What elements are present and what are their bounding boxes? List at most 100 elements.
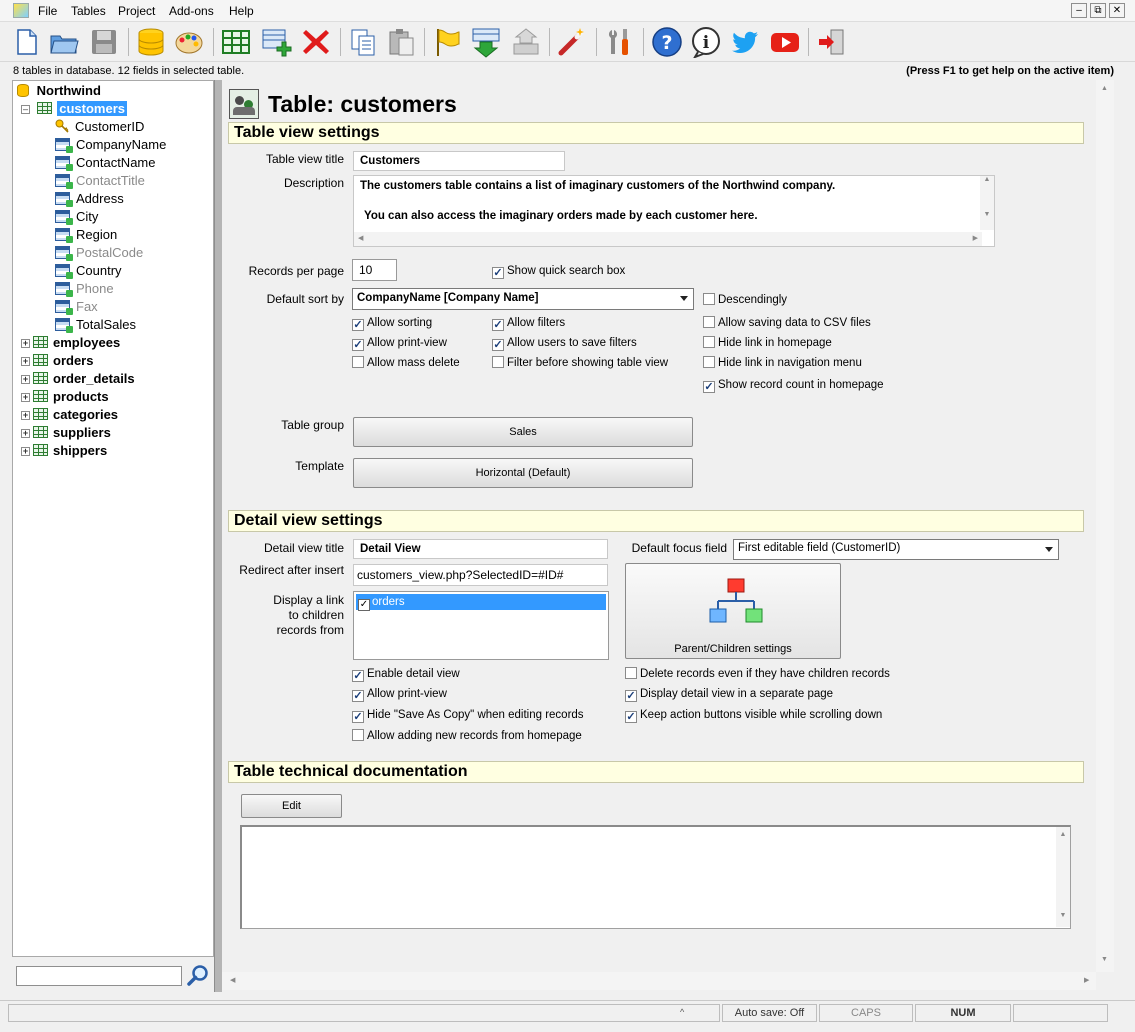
tree-table-products[interactable]: + products [21,388,109,406]
template-button[interactable]: Horizontal (Default) [353,458,693,488]
keep-buttons-visible-checkbox[interactable]: ✓ Keep action buttons visible while scrol… [625,708,882,723]
main-hscrollbar[interactable]: ◀ ▶ [222,972,1096,990]
records-per-page-input[interactable]: 10 [352,259,397,281]
allow-filters-checkbox[interactable]: ✓ Allow filters [492,316,565,331]
help-icon[interactable]: ? [651,26,683,58]
expand-icon[interactable]: + [21,393,30,402]
children-label-line2: to children [288,608,344,622]
hide-save-as-copy-checkbox[interactable]: ✓ Hide "Save As Copy" when editing record… [352,708,584,723]
expand-icon[interactable]: + [21,429,30,438]
add-field-icon[interactable] [260,26,292,58]
tree-field-companyname[interactable]: CompanyName [55,136,166,154]
tree-field-totalsales[interactable]: TotalSales [55,316,136,334]
panel-splitter[interactable] [214,80,222,992]
generate-icon[interactable] [470,26,502,58]
table-group-button[interactable]: Sales [353,417,693,447]
tree-table-suppliers[interactable]: + suppliers [21,424,111,442]
add-from-homepage-checkbox[interactable]: Allow adding new records from homepage [352,729,582,743]
tree-field-customerid[interactable]: CustomerID [55,118,144,136]
tree-field-contactname[interactable]: ContactName [55,154,155,172]
new-file-icon[interactable] [10,26,42,58]
detail-view-title-input[interactable]: Detail View [353,539,608,559]
magic-wand-icon[interactable] [556,26,588,58]
delete-x-icon[interactable] [300,26,332,58]
open-folder-icon[interactable] [48,26,80,58]
menu-project[interactable]: Project [118,4,155,18]
children-list[interactable]: ✓ orders [353,591,609,660]
tree-root[interactable]: Northwind [17,82,101,100]
tools-icon[interactable] [604,26,636,58]
tree-table-customers[interactable]: – customers [21,100,127,118]
record-count-checkbox[interactable]: ✓ Show record count in homepage [703,378,884,393]
database-icon[interactable] [135,26,167,58]
expand-icon[interactable]: + [21,411,30,420]
flag-icon[interactable] [431,26,463,58]
tree-field-phone[interactable]: Phone [55,280,114,298]
tree-table-order-details[interactable]: + order_details [21,370,135,388]
menu-file[interactable]: File [38,4,57,18]
save-disk-icon[interactable] [88,26,120,58]
detail-print-view-checkbox[interactable]: ✓ Allow print-view [352,687,447,702]
tree-table-employees[interactable]: + employees [21,334,120,352]
hide-nav-link-checkbox[interactable]: Hide link in navigation menu [703,356,862,370]
tree-field-contacttitle[interactable]: ContactTitle [55,172,145,190]
parent-children-settings-button[interactable]: Parent/Children settings [625,563,841,659]
tree-field-city[interactable]: City [55,208,98,226]
delete-children-checkbox[interactable]: Delete records even if they have childre… [625,667,890,681]
collapse-icon[interactable]: – [21,105,30,114]
tech-doc-area[interactable]: ▲ ▼ [240,825,1071,929]
minimize-button[interactable]: – [1071,3,1087,18]
youtube-icon[interactable] [769,26,801,58]
tree-search-input[interactable] [16,966,182,986]
tree-table-shippers[interactable]: + shippers [21,442,107,460]
description-textarea[interactable]: The customers table contains a list of i… [353,175,995,247]
tree-table-categories[interactable]: + categories [21,406,118,424]
quick-search-checkbox[interactable]: ✓ Show quick search box [492,264,625,279]
palette-icon[interactable] [173,26,205,58]
table-view-title-input[interactable]: Customers [353,151,565,171]
edit-doc-button[interactable]: Edit [241,794,342,818]
filter-first-checkbox[interactable]: Filter before showing table view [492,356,668,370]
enable-detail-view-checkbox[interactable]: ✓ Enable detail view [352,667,460,682]
tree-field-country[interactable]: Country [55,262,122,280]
table-grid-icon[interactable] [220,26,252,58]
description-hscrollbar[interactable]: ◀ ▶ [354,232,982,246]
description-scrollbar[interactable]: ▲ ▼ [980,176,994,230]
expand-icon[interactable]: + [21,357,30,366]
twitter-icon[interactable] [729,26,761,58]
tree-field-postalcode[interactable]: PostalCode [55,244,143,262]
expand-icon[interactable]: + [21,375,30,384]
paste-icon[interactable] [385,26,417,58]
default-sort-select[interactable]: CompanyName [Company Name] [352,288,694,310]
restore-button[interactable]: ⧉ [1090,3,1106,18]
hide-homepage-link-checkbox[interactable]: Hide link in homepage [703,336,832,350]
info-icon[interactable]: i [690,26,722,58]
children-list-item[interactable]: ✓ orders [356,594,606,611]
upload-icon[interactable] [510,26,542,58]
close-window-button[interactable]: ✕ [1109,3,1125,18]
focus-field-select[interactable]: First editable field (CustomerID) [733,539,1059,560]
tree-table-orders[interactable]: + orders [21,352,93,370]
redirect-input[interactable]: customers_view.php?SelectedID=#ID# [353,564,608,586]
descending-checkbox[interactable]: Descendingly [703,293,787,307]
expand-icon[interactable]: + [21,447,30,456]
copy-icon[interactable] [347,26,379,58]
tree-field-fax[interactable]: Fax [55,298,98,316]
allow-sorting-checkbox[interactable]: ✓ Allow sorting [352,316,432,331]
tree-field-region[interactable]: Region [55,226,117,244]
search-icon[interactable] [186,964,210,988]
tree-field-address[interactable]: Address [55,190,124,208]
menu-addons[interactable]: Add-ons [169,4,214,18]
menu-tables[interactable]: Tables [71,4,106,18]
mass-delete-checkbox[interactable]: Allow mass delete [352,356,460,370]
separate-page-checkbox[interactable]: ✓ Display detail view in a separate page [625,687,833,702]
menu-help[interactable]: Help [229,4,254,18]
save-filters-checkbox[interactable]: ✓ Allow users to save filters [492,336,637,351]
allow-print-view-checkbox[interactable]: ✓ Allow print-view [352,336,447,351]
field-icon [55,174,73,189]
expand-icon[interactable]: + [21,339,30,348]
allow-csv-checkbox[interactable]: Allow saving data to CSV files [703,316,871,330]
tech-doc-scrollbar[interactable]: ▲ ▼ [1056,827,1070,927]
main-vscrollbar[interactable]: ▲ ▼ [1096,80,1114,972]
exit-icon[interactable] [816,26,848,58]
